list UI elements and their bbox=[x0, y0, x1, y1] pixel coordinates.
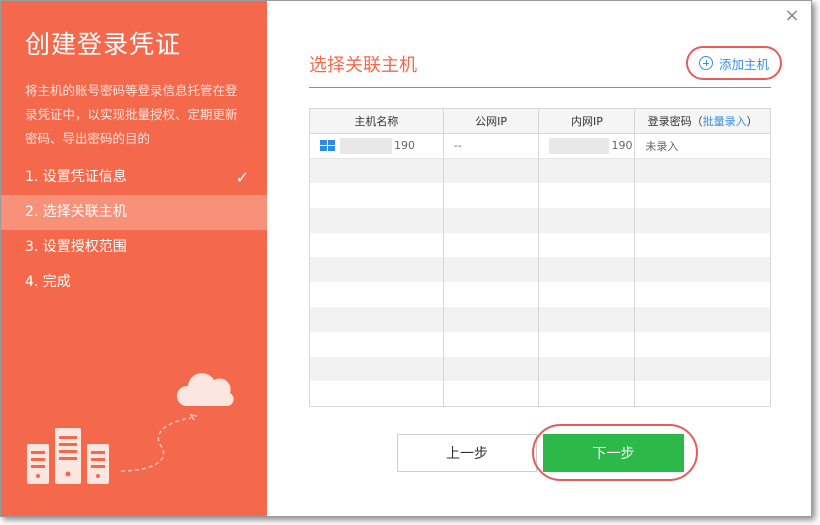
step-list: 1. 设置凭证信息 ✓ 2. 选择关联主机 3. 设置授权范围 4. 完成 bbox=[1, 160, 267, 300]
redacted-private-ip bbox=[549, 137, 610, 154]
add-host-label: 添加主机 bbox=[718, 56, 769, 72]
dialog-title: 创建登录凭证 bbox=[25, 30, 182, 59]
password-cell: 未录入 bbox=[634, 133, 771, 159]
paren-close: ） bbox=[746, 115, 758, 128]
column-header-public-ip: 公网IP bbox=[442, 108, 540, 134]
host-name-suffix: 190 bbox=[394, 138, 415, 152]
table-row[interactable]: 190 -- 190 未录入 bbox=[309, 133, 771, 159]
sidebar: 创建登录凭证 将主机的账号密码等登录信息托管在登录凭证中，以实现批量授权、定期更… bbox=[1, 1, 267, 516]
password-header-label: 登录密码 bbox=[647, 115, 692, 128]
empty-row bbox=[309, 257, 771, 283]
public-ip-cell: -- bbox=[442, 133, 540, 159]
sidebar-description: 将主机的账号密码等登录信息托管在登录凭证中，以实现批量授权、定期更新密码、导出密… bbox=[25, 83, 238, 146]
empty-row bbox=[309, 331, 771, 357]
empty-row bbox=[309, 232, 771, 258]
step-label: 2. 选择关联主机 bbox=[25, 204, 127, 220]
paren-open: （ bbox=[691, 115, 703, 128]
step-1: 1. 设置凭证信息 ✓ bbox=[1, 160, 267, 195]
column-header-private-ip: 内网IP bbox=[538, 108, 636, 134]
redacted-host-name bbox=[340, 137, 392, 154]
windows-icon bbox=[320, 139, 336, 152]
server-cloud-illustration-icon bbox=[27, 373, 234, 484]
private-ip-suffix: 190 bbox=[611, 138, 633, 152]
plus-circle-icon bbox=[698, 56, 713, 70]
next-step-button[interactable]: 下一步 bbox=[543, 434, 684, 472]
empty-row bbox=[309, 183, 771, 208]
step-4: 4. 完成 bbox=[1, 265, 267, 300]
close-icon[interactable]: × bbox=[783, 7, 801, 25]
add-host-button[interactable]: 添加主机 bbox=[686, 46, 782, 80]
empty-row bbox=[309, 207, 771, 233]
batch-entry-link[interactable]: 批量录入 bbox=[703, 115, 747, 128]
host-table: 主机名称 公网IP 内网IP 登录密码（批量录入） 190 -- 190 未录入 bbox=[309, 108, 771, 407]
host-name-cell: 190 bbox=[309, 133, 444, 159]
empty-row bbox=[309, 282, 771, 308]
step-label: 4. 完成 bbox=[25, 274, 71, 290]
table-header-row: 主机名称 公网IP 内网IP 登录密码（批量录入） bbox=[309, 108, 771, 134]
step-2: 2. 选择关联主机 bbox=[1, 195, 267, 230]
empty-row bbox=[309, 158, 771, 184]
empty-row bbox=[309, 381, 771, 407]
check-icon: ✓ bbox=[235, 168, 249, 187]
column-header-host-name: 主机名称 bbox=[309, 108, 444, 134]
step-label: 1. 设置凭证信息 bbox=[25, 169, 127, 185]
dialog: 创建登录凭证 将主机的账号密码等登录信息托管在登录凭证中，以实现批量授权、定期更… bbox=[0, 0, 812, 517]
step-label: 3. 设置授权范围 bbox=[25, 239, 127, 255]
section-title: 选择关联主机 bbox=[309, 55, 417, 76]
column-header-password: 登录密码（批量录入） bbox=[634, 108, 771, 134]
prev-step-button[interactable]: 上一步 bbox=[397, 434, 537, 472]
private-ip-cell: 190 bbox=[538, 133, 636, 159]
title-divider bbox=[309, 87, 771, 88]
step-3: 3. 设置授权范围 bbox=[1, 230, 267, 265]
empty-row bbox=[309, 307, 771, 332]
empty-row bbox=[309, 356, 771, 382]
